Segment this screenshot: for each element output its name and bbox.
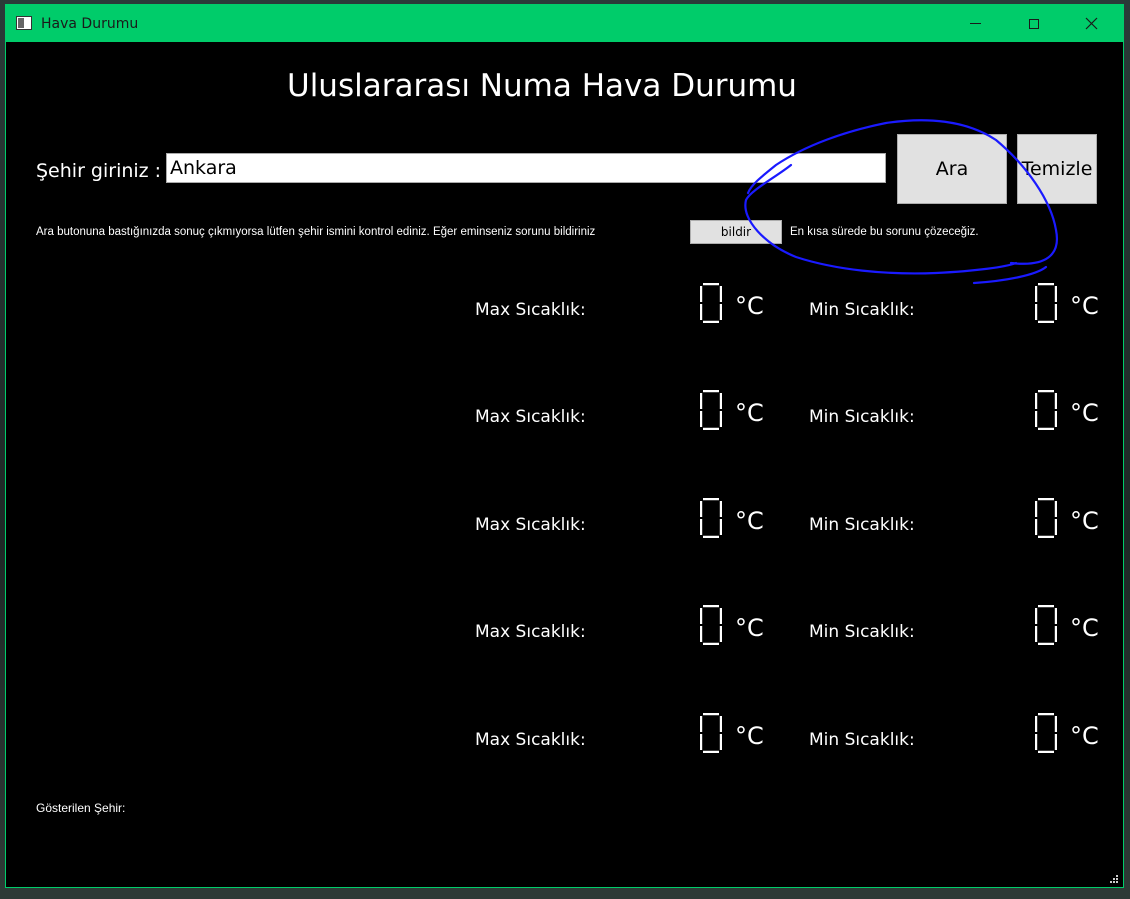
min-temp-display: 0 bbox=[1035, 283, 1057, 323]
resize-grip-icon[interactable] bbox=[1109, 874, 1119, 884]
min-temp-label: Min Sıcaklık: bbox=[809, 730, 915, 750]
max-temp-display-value: 0 bbox=[711, 630, 712, 632]
minimize-icon bbox=[969, 23, 981, 24]
max-temp-label: Max Sıcaklık: bbox=[475, 515, 586, 535]
app-window-icon bbox=[16, 16, 32, 30]
app-window: Hava Durumu Uluslararası Numa Hava Durum… bbox=[5, 4, 1124, 888]
min-temp-label: Min Sıcaklık: bbox=[809, 300, 915, 320]
max-temp-unit: °C bbox=[735, 292, 764, 320]
max-temp-display: 0 bbox=[700, 713, 722, 753]
max-temp-label: Max Sıcaklık: bbox=[475, 622, 586, 642]
max-temp-unit: °C bbox=[735, 722, 764, 750]
min-temp-unit: °C bbox=[1070, 614, 1099, 642]
close-button[interactable] bbox=[1068, 5, 1114, 42]
report-button[interactable]: bildir bbox=[690, 220, 782, 244]
min-temp-display-value: 0 bbox=[1046, 415, 1047, 417]
shown-city-label: Gösterilen Şehir: bbox=[36, 801, 126, 815]
search-button[interactable]: Ara bbox=[897, 134, 1007, 204]
maximize-button[interactable] bbox=[1011, 5, 1057, 42]
window-title: Hava Durumu bbox=[41, 16, 139, 32]
page-title: Uluslararası Numa Hava Durumu bbox=[287, 68, 797, 104]
max-temp-label: Max Sıcaklık: bbox=[475, 407, 586, 427]
max-temp-display-value: 0 bbox=[711, 415, 712, 417]
min-temp-display-value: 0 bbox=[1046, 630, 1047, 632]
min-temp-unit: °C bbox=[1070, 399, 1099, 427]
min-temp-unit: °C bbox=[1070, 507, 1099, 535]
min-temp-unit: °C bbox=[1070, 722, 1099, 750]
min-temp-display: 0 bbox=[1035, 713, 1057, 753]
min-temp-unit: °C bbox=[1070, 292, 1099, 320]
info-text: Ara butonuna bastığınızda sonuç çıkmıyor… bbox=[36, 226, 596, 238]
max-temp-display: 0 bbox=[700, 605, 722, 645]
min-temp-display-value: 0 bbox=[1046, 738, 1047, 740]
min-temp-display: 0 bbox=[1035, 498, 1057, 538]
min-temp-display: 0 bbox=[1035, 390, 1057, 430]
max-temp-display-value: 0 bbox=[711, 308, 712, 310]
min-temp-label: Min Sıcaklık: bbox=[809, 622, 915, 642]
min-temp-display-value: 0 bbox=[1046, 308, 1047, 310]
main-content: Uluslararası Numa Hava Durumu Şehir giri… bbox=[6, 42, 1123, 887]
max-temp-label: Max Sıcaklık: bbox=[475, 730, 586, 750]
max-temp-unit: °C bbox=[735, 507, 764, 535]
max-temp-display: 0 bbox=[700, 283, 722, 323]
clear-button[interactable]: Temizle bbox=[1017, 134, 1097, 204]
min-temp-display: 0 bbox=[1035, 605, 1057, 645]
max-temp-display: 0 bbox=[700, 498, 722, 538]
minimize-button[interactable] bbox=[952, 5, 998, 42]
min-temp-label: Min Sıcaklık: bbox=[809, 515, 915, 535]
max-temp-unit: °C bbox=[735, 399, 764, 427]
city-input-label: Şehir giriniz : bbox=[36, 160, 162, 182]
info-text-after: En kısa sürede bu sorunu çözeceğiz. bbox=[790, 226, 979, 238]
max-temp-display-value: 0 bbox=[711, 738, 712, 740]
min-temp-label: Min Sıcaklık: bbox=[809, 407, 915, 427]
max-temp-display: 0 bbox=[700, 390, 722, 430]
close-icon bbox=[1085, 17, 1097, 30]
max-temp-unit: °C bbox=[735, 614, 764, 642]
min-temp-display-value: 0 bbox=[1046, 523, 1047, 525]
max-temp-label: Max Sıcaklık: bbox=[475, 300, 586, 320]
title-bar[interactable]: Hava Durumu bbox=[6, 5, 1123, 42]
max-temp-display-value: 0 bbox=[711, 523, 712, 525]
maximize-icon bbox=[1029, 18, 1039, 29]
city-input[interactable]: Ankara bbox=[166, 153, 886, 183]
